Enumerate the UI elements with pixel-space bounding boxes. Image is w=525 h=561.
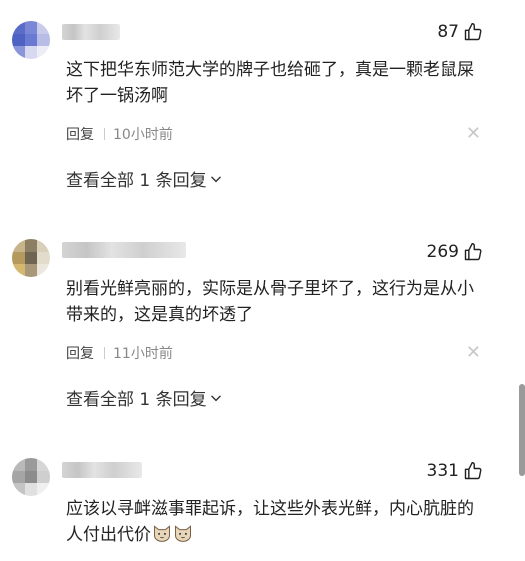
close-icon[interactable]: ✕: [466, 125, 481, 143]
comment-text: 应该以寻衅滋事罪起诉，让这些外表光鲜，内心肮脏的人付出代价: [66, 496, 476, 548]
comment-text-content: 应该以寻衅滋事罪起诉，让这些外表光鲜，内心肮脏的人付出代价: [66, 499, 474, 545]
view-all-label: 查看全部 1 条回复: [66, 171, 207, 191]
timestamp: 10小时前: [113, 127, 173, 143]
timestamp: 11小时前: [113, 346, 173, 362]
scrollbar[interactable]: [519, 384, 525, 476]
thumbs-up-icon: [464, 242, 482, 261]
view-all-replies-button[interactable]: 查看全部 1 条回复: [66, 385, 223, 410]
chevron-down-icon: [210, 176, 221, 182]
comment-text: 这下把华东师范大学的牌子也给砸了，真是一颗老鼠屎坏了一锅汤啊: [66, 60, 474, 106]
like-count: 331: [426, 461, 459, 481]
view-all-label: 查看全部 1 条回复: [66, 390, 207, 410]
username-blurred[interactable]: [62, 242, 186, 258]
like-count: 87: [437, 22, 459, 42]
comment-text: 别看光鲜亮丽的，实际是从骨子里坏了，这行为是从小带来的，这是真的坏透了: [66, 279, 474, 325]
thumbs-up-icon: [464, 461, 482, 480]
username-blurred[interactable]: [62, 462, 142, 478]
comment-meta: 回复 10小时前: [66, 124, 173, 144]
comment-meta: 回复 11小时前: [66, 343, 173, 363]
cat-face-emoji-icon: [175, 525, 191, 542]
username-blurred[interactable]: [62, 24, 120, 40]
close-icon[interactable]: ✕: [466, 344, 481, 362]
like-button[interactable]: 87: [437, 22, 483, 42]
like-count: 269: [426, 242, 459, 262]
chevron-down-icon: [210, 395, 221, 401]
avatar[interactable]: [12, 21, 50, 59]
divider: [104, 347, 105, 359]
like-button[interactable]: 331: [427, 461, 483, 481]
reply-button[interactable]: 回复: [66, 124, 94, 144]
view-all-replies-button[interactable]: 查看全部 1 条回复: [66, 166, 223, 191]
reply-button[interactable]: 回复: [66, 343, 94, 363]
divider: [104, 128, 105, 140]
avatar[interactable]: [12, 239, 50, 277]
like-button[interactable]: 269: [427, 242, 483, 262]
cat-face-emoji-icon: [154, 525, 170, 542]
avatar[interactable]: [12, 458, 50, 496]
thumbs-up-icon: [464, 22, 482, 41]
